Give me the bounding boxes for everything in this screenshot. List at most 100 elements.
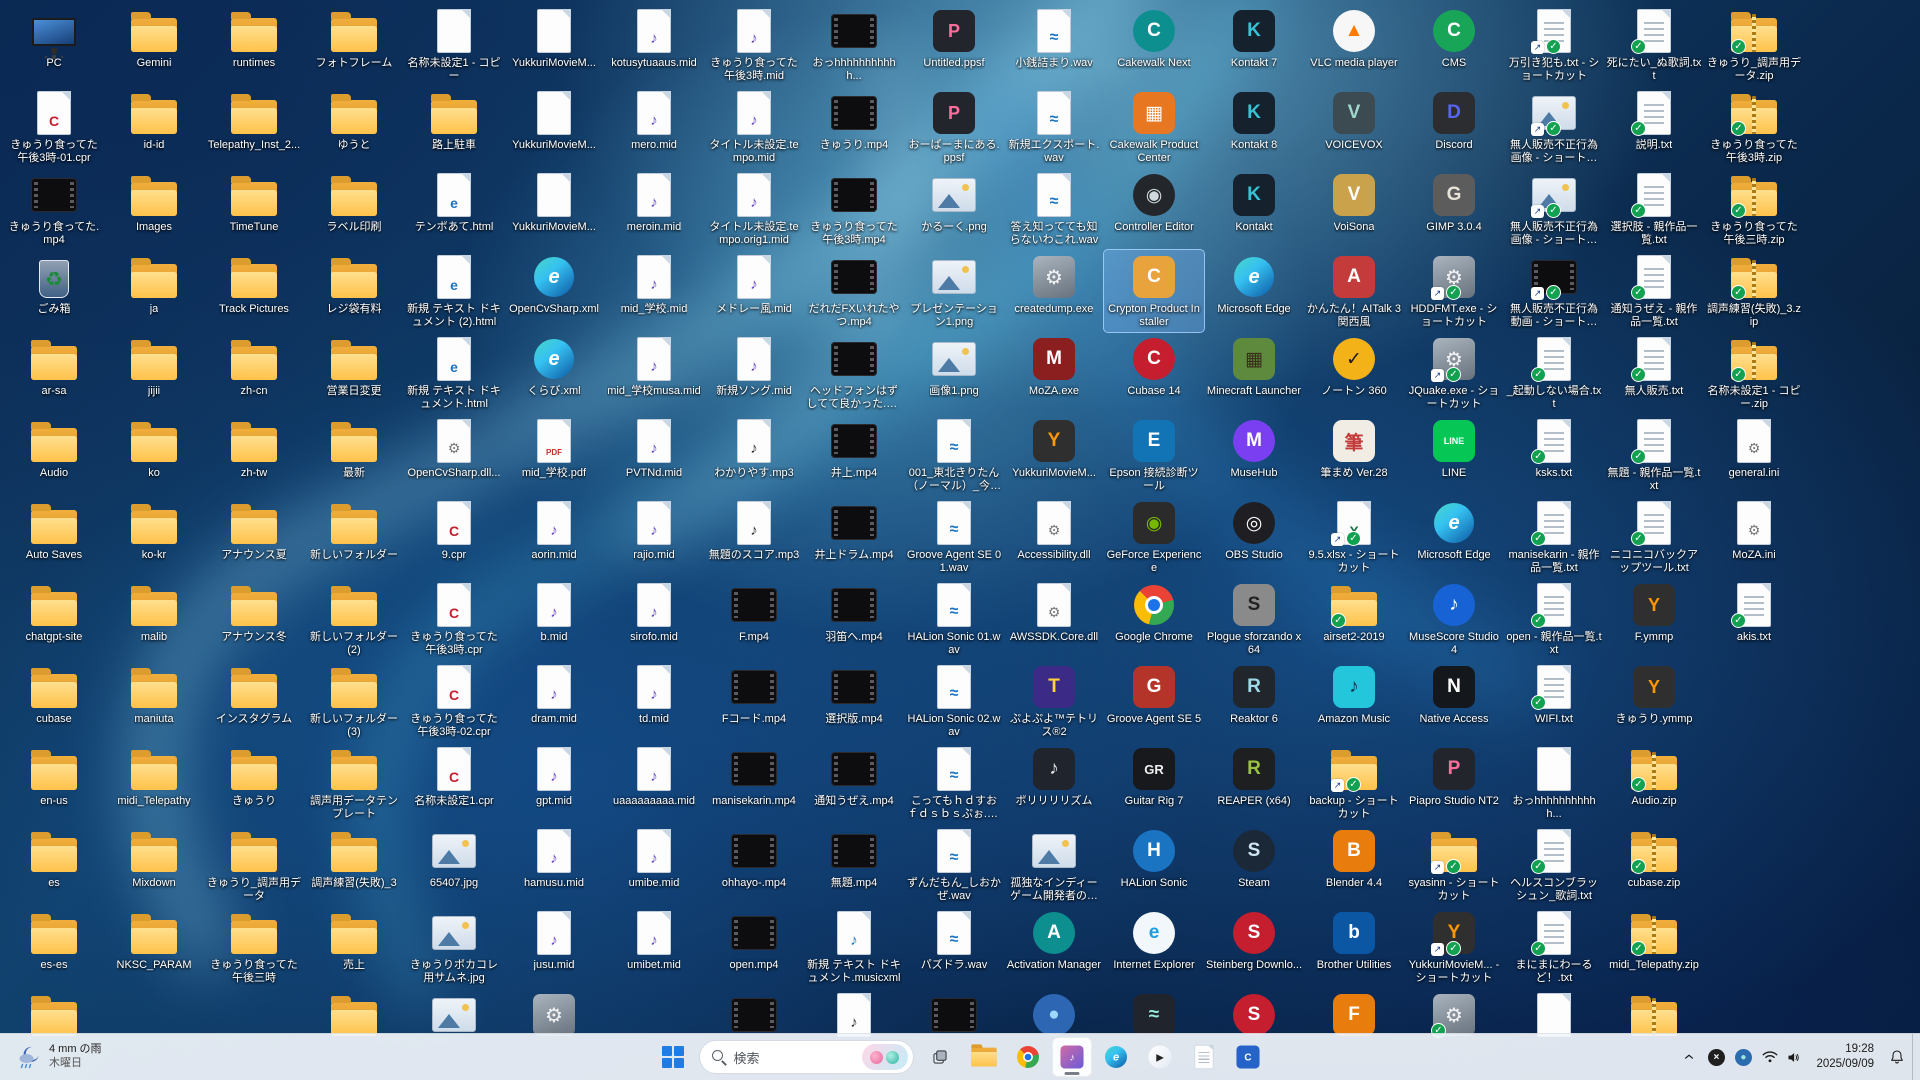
desktop-icon[interactable]: manisekarin.mp4: [704, 742, 804, 824]
desktop-icon[interactable]: MMuseHub: [1204, 414, 1304, 496]
desktop-icon[interactable]: ♪sirofo.mid: [604, 578, 704, 660]
desktop-icon[interactable]: 65407.jpg: [404, 824, 504, 906]
desktop-icon[interactable]: YukkuriMovieM...: [504, 168, 604, 250]
desktop-icon[interactable]: ♻ごみ箱: [4, 250, 104, 332]
desktop-icon[interactable]: GRGuitar Rig 7: [1104, 742, 1204, 824]
desktop-icon[interactable]: きゅうりポカコレ用サムネ.jpg: [404, 906, 504, 988]
taskbar-app-blue-app[interactable]: C: [1228, 1037, 1268, 1077]
taskbar-app-media-player[interactable]: ▶: [1140, 1037, 1180, 1077]
desktop-icon[interactable]: eテンポあて.html: [404, 168, 504, 250]
desktop-icon[interactable]: CCakewalk Next: [1104, 4, 1204, 86]
desktop-icon[interactable]: ✓ksks.txt: [1504, 414, 1604, 496]
desktop-icon[interactable]: ヘッドフォンはずしてて良かった.mp4: [804, 332, 904, 414]
desktop-icon[interactable]: ♪タイトル未設定.tempo.orig1.mid: [704, 168, 804, 250]
desktop-icon[interactable]: ✓ニコニコバックアップツール.txt: [1604, 496, 1704, 578]
desktop-icon[interactable]: ≈答え知ってても知らないわこれ.wav: [1004, 168, 1104, 250]
desktop-icon[interactable]: ♪aorin.mid: [504, 496, 604, 578]
desktop-icon[interactable]: zh-tw: [204, 414, 304, 496]
desktop-icon[interactable]: PC: [4, 4, 104, 86]
desktop-icon[interactable]: ♪きゅうり食ってた午後3時.mid: [704, 4, 804, 86]
desktop-icon[interactable]: ko: [104, 414, 204, 496]
desktop-icon[interactable]: ✓cubase.zip: [1604, 824, 1704, 906]
desktop-icon[interactable]: YukkuriMovieM...: [504, 86, 604, 168]
desktop-icon[interactable]: ✓ノートン 360: [1304, 332, 1404, 414]
desktop-icon[interactable]: 新しいフォルダー (3): [304, 660, 404, 742]
desktop-icon[interactable]: ✓きゅうり食ってた午後3時.zip: [1704, 86, 1804, 168]
desktop-icon[interactable]: X↗✓9.5.xlsx - ショートカット: [1304, 496, 1404, 578]
desktop-icon[interactable]: ♪メドレー風.mid: [704, 250, 804, 332]
desktop-icon[interactable]: ✓きゅうり食ってた午後三時.zip: [1704, 168, 1804, 250]
desktop-icon[interactable]: ♪td.mid: [604, 660, 704, 742]
desktop-icon[interactable]: RREAPER (x64): [1204, 742, 1304, 824]
desktop-icon[interactable]: きゅうり食ってた午後3時.mp4: [804, 168, 904, 250]
desktop-icon[interactable]: ≈001_東北きりたん（ノーマル）_今じゃ...: [904, 414, 1004, 496]
desktop-icon[interactable]: Gemini: [104, 4, 204, 86]
desktop-icon[interactable]: ↗✓無人販売不正行為画像 - ショートカッ...: [1504, 86, 1604, 168]
desktop-icon[interactable]: Cきゅうり食ってた午後3時-01.cpr: [4, 86, 104, 168]
search-box[interactable]: 検索: [699, 1040, 914, 1074]
desktop-icon[interactable]: 井上.mp4: [804, 414, 904, 496]
desktop-icon[interactable]: PUntitled.ppsf: [904, 4, 1004, 86]
desktop-icon[interactable]: Pおーばーまにある.ppsf: [904, 86, 1004, 168]
start-button[interactable]: [653, 1037, 693, 1077]
desktop-icon[interactable]: zh-cn: [204, 332, 304, 414]
desktop-icon[interactable]: ♪hamusu.mid: [504, 824, 604, 906]
desktop-icon[interactable]: ✓WIFI.txt: [1504, 660, 1604, 742]
desktop-icon[interactable]: KKontakt: [1204, 168, 1304, 250]
desktop-icon[interactable]: ♪mero.mid: [604, 86, 704, 168]
desktop-icon[interactable]: Aかんたん！AITalk 3 関西風: [1304, 250, 1404, 332]
desktop-icon[interactable]: ✓ヘルスコンブラッシュン_歌詞.txt: [1504, 824, 1604, 906]
desktop-icon[interactable]: Telepathy_Inst_2...: [204, 86, 304, 168]
desktop-icon[interactable]: ⚙OpenCvSharp.dll...: [404, 414, 504, 496]
desktop-icon[interactable]: CCubase 14: [1104, 332, 1204, 414]
desktop-icon[interactable]: 調声練習(失敗)_3: [304, 824, 404, 906]
desktop-icon[interactable]: ≈HALion Sonic 01.wav: [904, 578, 1004, 660]
desktop-icon[interactable]: YukkuriMovieM...: [504, 4, 604, 86]
desktop-icon[interactable]: 無題.mp4: [804, 824, 904, 906]
desktop-icon[interactable]: おっhhhhhhhhhhh...: [804, 4, 904, 86]
desktop-icon[interactable]: 筆筆まめ Ver.28: [1304, 414, 1404, 496]
desktop-icon[interactable]: jijii: [104, 332, 204, 414]
desktop-icon[interactable]: ♪meroin.mid: [604, 168, 704, 250]
desktop-icon[interactable]: ♪umibet.mid: [604, 906, 704, 988]
desktop-icon[interactable]: ≈HALion Sonic 02.wav: [904, 660, 1004, 742]
desktop-icon[interactable]: ♪umibe.mid: [604, 824, 704, 906]
desktop-icon[interactable]: Images: [104, 168, 204, 250]
desktop-icon[interactable]: ↗✓backup - ショートカット: [1304, 742, 1404, 824]
desktop-icon[interactable]: YF.ymmp: [1604, 578, 1704, 660]
desktop-icon[interactable]: 新しいフォルダー (2): [304, 578, 404, 660]
desktop-icon[interactable]: きゅうり食ってた.mp4: [4, 168, 104, 250]
desktop-icon[interactable]: GGroove Agent SE 5: [1104, 660, 1204, 742]
desktop-icon[interactable]: 売上: [304, 906, 404, 988]
desktop-icon[interactable]: ko-kr: [104, 496, 204, 578]
desktop-icon[interactable]: ◉Controller Editor: [1104, 168, 1204, 250]
desktop-icon[interactable]: アナウンス冬: [204, 578, 304, 660]
desktop-icon[interactable]: ≈Groove Agent SE 01.wav: [904, 496, 1004, 578]
desktop-icon[interactable]: ⚙↗✓HDDFMT.exe - ショートカット: [1404, 250, 1504, 332]
desktop-icon[interactable]: ♪rajio.mid: [604, 496, 704, 578]
tray-chevron-button[interactable]: [1676, 1038, 1702, 1076]
desktop-icon[interactable]: ⚙↗✓JQuake.exe - ショートカット: [1404, 332, 1504, 414]
desktop-icon[interactable]: id-id: [104, 86, 204, 168]
desktop-icon[interactable]: EEpson 接続診断ツール: [1104, 414, 1204, 496]
desktop-icon[interactable]: Cきゅうり食ってた午後3時-02.cpr: [404, 660, 504, 742]
desktop-icon[interactable]: chatgpt-site: [4, 578, 104, 660]
desktop-icon[interactable]: ♪新規ソング.mid: [704, 332, 804, 414]
desktop-icon[interactable]: C9.cpr: [404, 496, 504, 578]
desktop-icon[interactable]: ♪mid_学校.mid: [604, 250, 704, 332]
desktop-icon[interactable]: きゅうり_調声用データ: [204, 824, 304, 906]
desktop-icon[interactable]: ✓選択肢 - 親作品一覧.txt: [1604, 168, 1704, 250]
desktop-icon[interactable]: ⚙Accessibility.dll: [1004, 496, 1104, 578]
desktop-icon[interactable]: PPiapro Studio NT2: [1404, 742, 1504, 824]
desktop-icon[interactable]: Y↗✓YukkuriMovieM... - ショートカット: [1404, 906, 1504, 988]
notification-button[interactable]: [1884, 1038, 1910, 1076]
desktop-icon[interactable]: es: [4, 824, 104, 906]
desktop-icon[interactable]: インスタグラム: [204, 660, 304, 742]
desktop-icon[interactable]: 新しいフォルダー: [304, 496, 404, 578]
taskbar-app-task-view[interactable]: [920, 1037, 960, 1077]
desktop-icon[interactable]: open.mp4: [704, 906, 804, 988]
desktop-icon[interactable]: NNative Access: [1404, 660, 1504, 742]
desktop-icon[interactable]: ✓説明.txt: [1604, 86, 1704, 168]
desktop-icon[interactable]: maniuta: [104, 660, 204, 742]
desktop-icon[interactable]: フォトフレーム: [304, 4, 404, 86]
